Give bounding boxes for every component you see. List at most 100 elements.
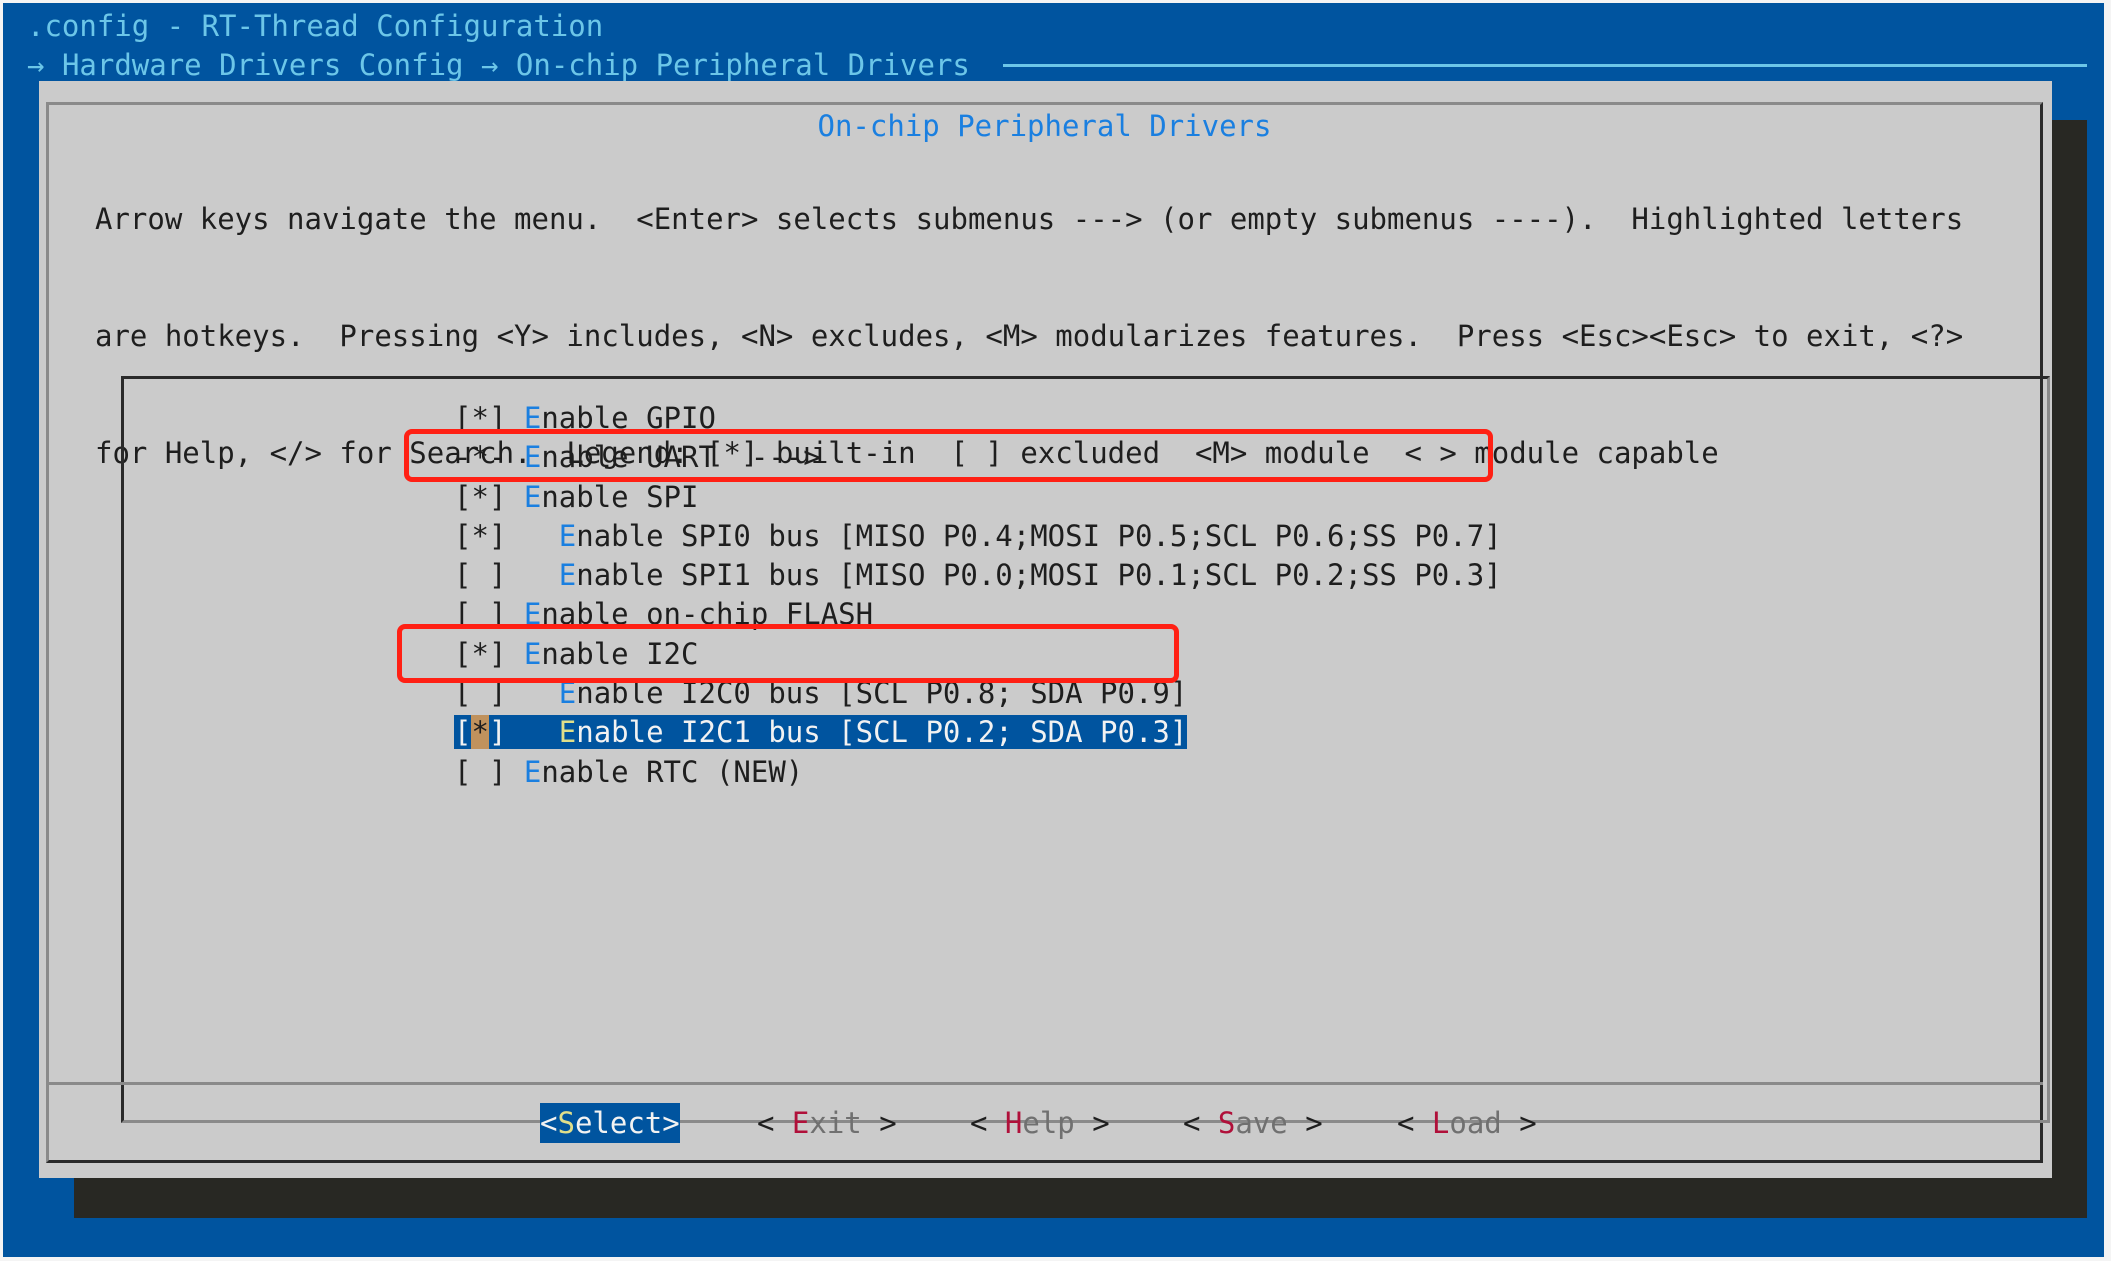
hotkey-letter: E bbox=[558, 558, 577, 593]
menu-item-label: nable I2C0 bus [SCL P0.8; SDA P0.9] bbox=[576, 676, 1188, 711]
menu-item-label: nable on-chip FLASH bbox=[541, 597, 874, 632]
checkbox-open: - bbox=[454, 440, 472, 475]
menu-item[interactable]: [*] Enable I2C bbox=[454, 635, 1502, 674]
bracket-open: < bbox=[757, 1106, 792, 1140]
checkbox-state[interactable]: * bbox=[471, 401, 488, 435]
breadcrumb-arrow-icon: → bbox=[27, 48, 45, 82]
menu-item-body: [*] Enable SPI bbox=[454, 480, 698, 514]
breadcrumb-item: Hardware Drivers Config bbox=[61, 48, 464, 82]
bracket-open: < bbox=[1183, 1106, 1218, 1140]
bracket-open: < bbox=[540, 1106, 558, 1140]
menu-item-label: nable UART bbox=[541, 440, 716, 475]
checkbox-close: ] bbox=[488, 597, 507, 632]
help-line: are hotkeys. Pressing <Y> includes, <N> … bbox=[95, 319, 1964, 353]
exit-button[interactable]: < Exit > bbox=[757, 1103, 897, 1143]
menu-item[interactable]: [*] Enable SPI bbox=[454, 478, 1502, 517]
hotkey-letter: S bbox=[1217, 1106, 1236, 1140]
button-label: elp bbox=[1022, 1106, 1075, 1140]
checkbox-state[interactable] bbox=[471, 755, 488, 789]
menu-item[interactable]: [ ] Enable I2C0 bus [SCL P0.8; SDA P0.9] bbox=[454, 674, 1502, 713]
menu-item-label: nable SPI0 bus [MISO P0.4;MOSI P0.5;SCL … bbox=[576, 518, 1502, 553]
menu-item-label: nable RTC (NEW) bbox=[541, 754, 804, 789]
menu-item[interactable]: -*- Enable UART ---> bbox=[454, 438, 1502, 477]
hotkey-letter: E bbox=[523, 636, 542, 671]
checkbox-state[interactable]: * bbox=[471, 519, 488, 553]
window-title: .config - RT-Thread Configuration bbox=[27, 9, 604, 43]
hotkey-letter: E bbox=[523, 401, 542, 435]
breadcrumb: → Hardware Drivers Config → On-chip Peri… bbox=[27, 46, 970, 85]
menu-item[interactable]: [ ] Enable on-chip FLASH bbox=[454, 595, 1502, 634]
breadcrumb-rule bbox=[1003, 64, 2087, 67]
hotkey-letter: S bbox=[557, 1106, 575, 1140]
checkbox-open: [ bbox=[454, 676, 472, 711]
hotkey-letter: L bbox=[1431, 1106, 1450, 1140]
menu-item[interactable]: [*] Enable SPI0 bus [MISO P0.4;MOSI P0.5… bbox=[454, 517, 1502, 556]
checkbox-state[interactable]: * bbox=[471, 715, 489, 750]
checkbox-close: ] bbox=[488, 715, 507, 750]
checkbox-open: [ bbox=[454, 401, 472, 435]
bracket-close: > bbox=[861, 1106, 897, 1140]
help-button[interactable]: < Help > bbox=[970, 1103, 1110, 1143]
menu-item[interactable]: [ ] Enable SPI1 bus [MISO P0.0;MOSI P0.1… bbox=[454, 556, 1502, 595]
bracket-close: > bbox=[1074, 1106, 1110, 1140]
hotkey-letter: E bbox=[523, 479, 542, 514]
checkbox-state[interactable] bbox=[471, 597, 488, 631]
load-button[interactable]: < Load > bbox=[1397, 1103, 1537, 1143]
menu-item-body: [ ] Enable on-chip FLASH bbox=[454, 597, 873, 631]
select-button[interactable]: <Select> bbox=[540, 1103, 680, 1143]
menu-item-label: nable I2C bbox=[541, 636, 699, 671]
menu-item[interactable]: [*] Enable I2C1 bus [SCL P0.2; SDA P0.3] bbox=[454, 713, 1502, 752]
submenu-arrow: ---> bbox=[715, 440, 821, 475]
menu-item[interactable]: [ ] Enable RTC (NEW) bbox=[454, 753, 1502, 792]
checkbox-state[interactable] bbox=[471, 676, 488, 710]
hotkey-letter: E bbox=[523, 597, 542, 632]
menu-item-body: [*] Enable I2C bbox=[454, 637, 698, 671]
hotkey-letter: E bbox=[558, 676, 577, 711]
checkbox-state[interactable] bbox=[471, 558, 488, 592]
checkbox-open: [ bbox=[454, 715, 472, 750]
checkbox-close: ] bbox=[488, 636, 507, 671]
bracket-close: > bbox=[662, 1106, 680, 1140]
hotkey-letter: E bbox=[558, 518, 577, 553]
menu-item-label: nable SPI bbox=[541, 479, 699, 514]
hotkey-letter: H bbox=[1004, 1106, 1023, 1140]
menu-item[interactable]: [*] Enable GPIO bbox=[454, 399, 1502, 438]
menu-item-body: [*] Enable SPI0 bus [MISO P0.4;MOSI P0.5… bbox=[454, 519, 1502, 553]
menu-item-body: [ ] Enable SPI1 bus [MISO P0.0;MOSI P0.1… bbox=[454, 558, 1502, 592]
checkbox-state[interactable]: * bbox=[471, 480, 488, 514]
checkbox-open: [ bbox=[454, 518, 472, 553]
menu-item-body: [ ] Enable I2C0 bus [SCL P0.8; SDA P0.9] bbox=[454, 676, 1187, 710]
checkbox-close: ] bbox=[488, 558, 507, 593]
menu-list: [*] Enable GPIO -*- Enable UART ---> [*] E… bbox=[121, 376, 2050, 1123]
checkbox-close: ] bbox=[488, 401, 507, 435]
menu-item-label: nable GPIO bbox=[541, 401, 716, 435]
button-label: ave bbox=[1235, 1106, 1288, 1140]
checkbox-open: [ bbox=[454, 636, 472, 671]
checkbox-state[interactable]: * bbox=[471, 637, 488, 671]
checkbox-close: ] bbox=[488, 754, 507, 789]
checkbox-close: ] bbox=[488, 479, 507, 514]
menu-item-body: [*] Enable GPIO bbox=[454, 401, 716, 435]
menu-rows: [*] Enable GPIO -*- Enable UART ---> [*] E… bbox=[454, 399, 1502, 792]
bracket-close: > bbox=[1287, 1106, 1323, 1140]
terminal-window: .config - RT-Thread Configuration → Hard… bbox=[3, 3, 2104, 1257]
bracket-close: > bbox=[1501, 1106, 1537, 1140]
bracket-open: < bbox=[970, 1106, 1005, 1140]
checkbox-close: - bbox=[488, 440, 507, 475]
breadcrumb-item: On-chip Peripheral Drivers bbox=[515, 48, 970, 82]
menu-item-label: nable I2C1 bus [SCL P0.2; SDA P0.3] bbox=[576, 715, 1188, 750]
button-label: xit bbox=[809, 1106, 862, 1140]
checkbox-open: [ bbox=[454, 754, 472, 789]
save-button[interactable]: < Save > bbox=[1183, 1103, 1323, 1143]
hotkey-letter: E bbox=[558, 715, 577, 750]
checkbox-state[interactable]: * bbox=[471, 440, 488, 474]
checkbox-close: ] bbox=[488, 676, 507, 711]
